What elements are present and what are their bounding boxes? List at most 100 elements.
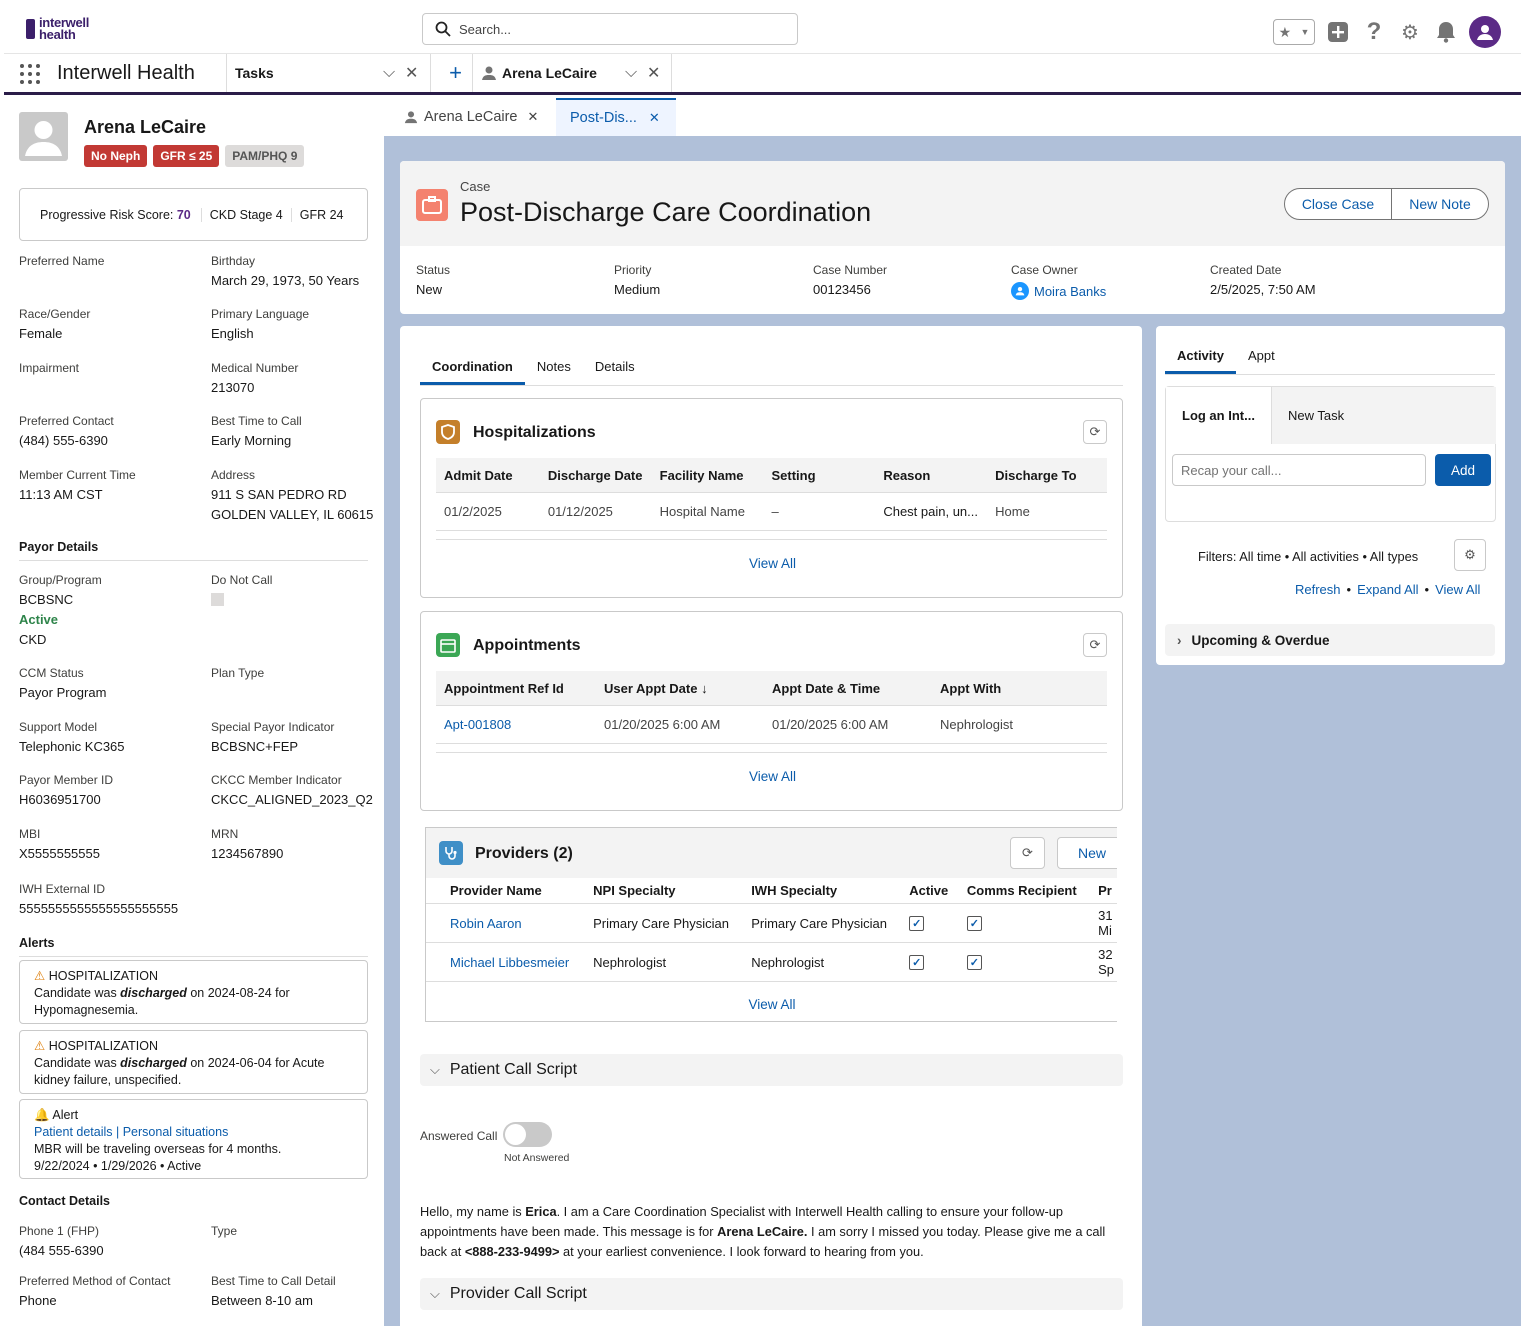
- close-icon[interactable]: ✕: [647, 63, 660, 83]
- notifications-bell-icon[interactable]: [1433, 19, 1459, 45]
- provider-link[interactable]: Robin Aaron: [426, 916, 593, 931]
- tab-details[interactable]: Details: [583, 356, 647, 385]
- add-tab-icon[interactable]: +: [430, 54, 472, 92]
- close-case-button[interactable]: Close Case: [1284, 188, 1392, 220]
- new-note-button[interactable]: New Note: [1391, 188, 1489, 220]
- global-header: interwell health Search... ★ ▼ ? ⚙: [4, 4, 1521, 54]
- filter-settings-gear-icon[interactable]: ⚙: [1454, 539, 1486, 571]
- contact-details-header: Contact Details: [19, 1194, 110, 1208]
- subtab-case[interactable]: Post-Dis... ✕: [556, 98, 676, 136]
- table-row[interactable]: Robin Aaron Primary Care Physician Primary…: [426, 904, 1117, 943]
- field-iwh-external-id: IWH External ID 5555555555555555555555: [19, 882, 179, 916]
- provider-call-script-section[interactable]: ⌵ Provider Call Script: [420, 1278, 1123, 1310]
- status-active: Active: [19, 612, 59, 627]
- recap-call-input[interactable]: Recap your call...: [1172, 454, 1426, 486]
- tab-new-task[interactable]: New Task: [1272, 387, 1496, 444]
- appointments-title: Appointments: [473, 637, 581, 654]
- upcoming-overdue-section[interactable]: › Upcoming & Overdue: [1165, 624, 1495, 656]
- providers-view-all[interactable]: View All: [426, 997, 1117, 1012]
- favorites-button[interactable]: ★ ▼: [1273, 19, 1315, 45]
- appointment-link[interactable]: Apt-001808: [436, 717, 604, 732]
- briefcase-icon: [416, 189, 448, 221]
- refresh-icon[interactable]: ⟳: [1083, 633, 1107, 657]
- iwh-id-link[interactable]: 5555555555555555555555: [19, 901, 178, 916]
- field-support-model: Support Model Telephonic KC365: [19, 720, 125, 754]
- case-field-status: Status New: [416, 263, 451, 297]
- warning-icon: ⚠: [34, 969, 46, 983]
- table-row[interactable]: Michael Libbesmeier Nephrologist Nephrolog…: [426, 943, 1117, 982]
- new-provider-button[interactable]: New: [1057, 837, 1117, 869]
- appointments-header-row: Appointment Ref Id User Appt Date ↓ Appt D…: [436, 671, 1107, 706]
- chevron-down-icon[interactable]: ⌵: [383, 64, 395, 82]
- active-checkbox[interactable]: ✓: [909, 916, 925, 931]
- close-icon[interactable]: ✕: [528, 109, 539, 125]
- tab-coordination[interactable]: Coordination: [420, 356, 525, 385]
- phone1-link[interactable]: (484 555-6390: [19, 1243, 104, 1258]
- close-icon[interactable]: ✕: [405, 63, 418, 83]
- field-preferred-name: Preferred Name: [19, 254, 105, 268]
- person-icon: [404, 111, 418, 124]
- coordination-card: Coordination Notes Details Hospitalizati…: [400, 326, 1142, 1326]
- refresh-icon[interactable]: ⟳: [1010, 837, 1045, 869]
- subtab-patient[interactable]: Arena LeCaire ✕: [404, 98, 538, 136]
- refresh-icon[interactable]: ⟳: [1083, 420, 1107, 444]
- badge-gfr: GFR ≤ 25: [153, 145, 220, 167]
- answered-call-toggle[interactable]: [503, 1122, 552, 1147]
- nav-tab-label: Tasks: [235, 65, 274, 81]
- nav-tab-patient[interactable]: Arena LeCaire ⌵ ✕: [472, 54, 672, 92]
- activity-filters: Filters: All time • All activities • All…: [1198, 549, 1419, 564]
- add-button[interactable]: Add: [1435, 454, 1491, 486]
- appointments-view-all[interactable]: View All: [421, 769, 1124, 784]
- comms-checkbox[interactable]: ✓: [966, 916, 982, 931]
- alert-links[interactable]: Patient details | Personal situations: [34, 1124, 353, 1141]
- comms-checkbox[interactable]: ✓: [966, 955, 982, 970]
- provider-link[interactable]: Michael Libbesmeier: [426, 955, 593, 970]
- case-owner-link[interactable]: Moira Banks: [1034, 284, 1106, 299]
- nav-tab-tasks[interactable]: Tasks ⌵ ✕: [226, 54, 430, 92]
- sort-arrow-icon[interactable]: ↓: [701, 681, 708, 696]
- expand-all-link[interactable]: Expand All: [1357, 582, 1418, 597]
- table-row[interactable]: 01/2/2025 01/12/2025 Hospital Name – Chest p…: [436, 493, 1107, 531]
- providers-title: Providers (2): [475, 845, 573, 862]
- global-actions-icon[interactable]: [1325, 19, 1351, 45]
- answered-call-state: Not Answered: [504, 1152, 570, 1164]
- hospitalizations-view-all[interactable]: View All: [421, 556, 1124, 571]
- field-do-not-call: Do Not Call: [211, 573, 272, 606]
- case-kicker: Case: [460, 179, 491, 194]
- patient-call-script-section[interactable]: ⌵ Patient Call Script: [420, 1054, 1123, 1086]
- tab-notes[interactable]: Notes: [525, 356, 583, 385]
- tab-appt[interactable]: Appt: [1236, 345, 1287, 374]
- user-avatar[interactable]: [1469, 16, 1501, 48]
- do-not-call-checkbox[interactable]: [211, 593, 224, 606]
- field-mrn: MRN 1234567890: [211, 827, 284, 861]
- patient-badges: No Neph GFR ≤ 25 PAM/PHQ 9: [84, 145, 305, 167]
- global-search-input[interactable]: Search...: [422, 13, 798, 45]
- preferred-contact-link[interactable]: (484) 555-6390: [19, 433, 114, 448]
- chevron-right-icon: ›: [1177, 632, 1182, 648]
- user-icon: [1011, 282, 1029, 300]
- ckd-stage: CKD Stage 4: [202, 207, 292, 222]
- interwell-logo[interactable]: interwell health: [26, 16, 89, 42]
- case-field-priority: Priority Medium: [614, 263, 661, 297]
- close-icon[interactable]: ✕: [649, 110, 660, 126]
- chevron-down-icon[interactable]: ⌵: [625, 64, 637, 82]
- field-ccm-status: CCM Status Payor Program: [19, 666, 107, 700]
- logo-text-2: health: [39, 27, 76, 42]
- active-checkbox[interactable]: ✓: [909, 955, 925, 970]
- setup-gear-icon[interactable]: ⚙: [1397, 19, 1423, 45]
- help-icon[interactable]: ?: [1361, 18, 1387, 45]
- app-launcher-icon[interactable]: [20, 64, 40, 84]
- mbi-link[interactable]: X5555555555: [19, 846, 100, 861]
- refresh-link[interactable]: Refresh: [1295, 582, 1341, 597]
- tab-activity[interactable]: Activity: [1165, 345, 1236, 374]
- field-address: Address 911 S SAN PEDRO RD GOLDEN VALLEY, …: [211, 468, 374, 522]
- payor-member-id-link[interactable]: H6036951700: [19, 792, 113, 807]
- risk-score-value: 70: [176, 207, 191, 222]
- field-member-time: Member Current Time 11:13 AM CST: [19, 468, 136, 502]
- star-icon: ★: [1278, 23, 1292, 40]
- view-all-link[interactable]: View All: [1435, 582, 1480, 597]
- field-special-payor: Special Payor Indicator BCBSNC+FEP: [211, 720, 335, 754]
- alert-general: 🔔 Alert Patient details | Personal situa…: [19, 1099, 368, 1179]
- table-row[interactable]: Apt-001808 01/20/2025 6:00 AM 01/20/2025 6…: [436, 706, 1107, 744]
- tab-log-interaction[interactable]: Log an Int...: [1166, 387, 1272, 444]
